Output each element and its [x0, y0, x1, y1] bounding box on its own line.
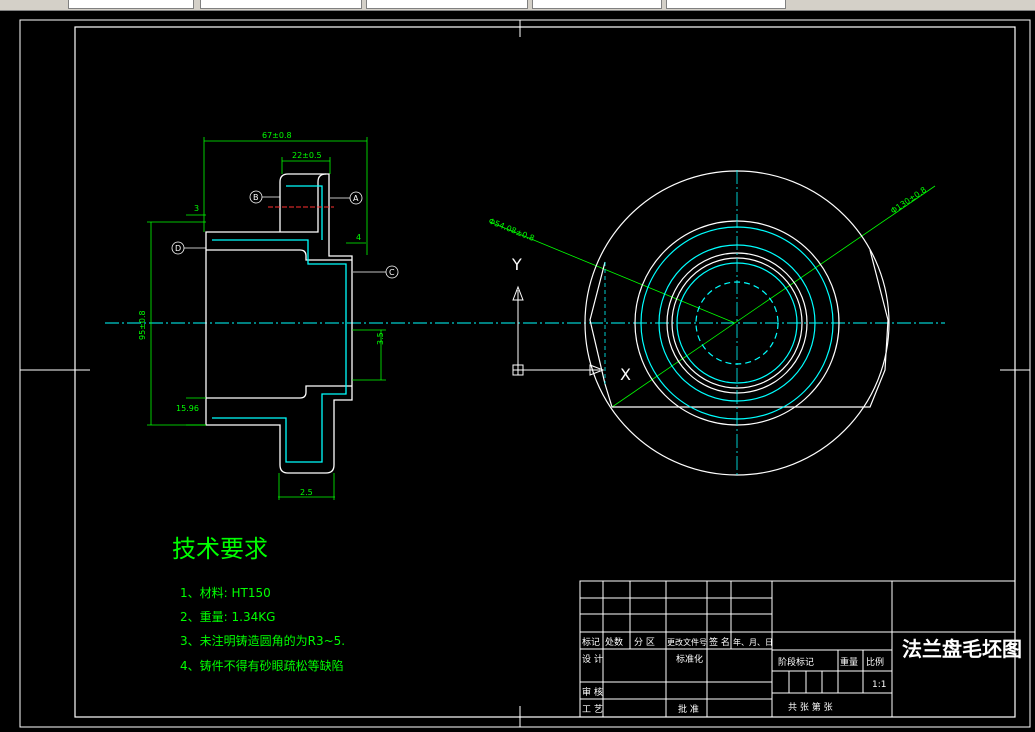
- toolbar-field-4[interactable]: [532, 0, 662, 9]
- tech-req-title: 技术要求: [172, 535, 268, 563]
- dim-4: 4: [356, 233, 361, 242]
- tb-std: 标准化: [676, 653, 703, 665]
- tb-approve: 批 准: [678, 703, 699, 715]
- datum-c: C: [389, 268, 395, 277]
- tb-mark: 标记: [582, 636, 600, 648]
- toolbar-field-3[interactable]: [366, 0, 528, 9]
- technical-requirements: 技术要求 1、材料: HT150 2、重量: 1.34KG 3、未注明铸造圆角的…: [172, 535, 345, 673]
- toolbar-field-1[interactable]: [68, 0, 194, 9]
- tb-sign: 签 名: [709, 636, 730, 648]
- tb-drawing-name: 法兰盘毛坯图: [902, 637, 1022, 661]
- outer-frame: [19, 19, 1031, 728]
- dim-22: 22±0.5: [292, 151, 322, 160]
- end-view: [584, 170, 890, 478]
- section-outer-top: [205, 173, 353, 323]
- section-inner-bot: [206, 385, 352, 399]
- dimensions: [147, 137, 936, 500]
- tb-doc: 更改文件号: [667, 637, 707, 647]
- tb-weight: 重量: [840, 656, 858, 668]
- dim-95: 95±0.8: [138, 310, 147, 340]
- section-outer-top-b: [206, 249, 352, 261]
- tb-zone: 分 区: [634, 637, 655, 648]
- tb-count: 处数: [605, 636, 623, 648]
- datum-a: A: [353, 194, 359, 203]
- tech-req-3: 3、未注明铸造圆角的为R3~5.: [180, 633, 345, 648]
- tech-req-4: 4、铸件不得有砂眼疏松等缺陷: [180, 658, 344, 673]
- dim-15-96: 15.96: [176, 404, 199, 413]
- datum-b: B: [253, 193, 259, 202]
- section-flange-top: [279, 173, 326, 232]
- tb-process: 工 艺: [582, 704, 603, 715]
- ucs-y: Y: [511, 255, 522, 274]
- dim-2-5: 2.5: [300, 488, 313, 497]
- toolbar-field-2[interactable]: [200, 0, 362, 9]
- tb-scale-value: 1:1: [872, 680, 886, 690]
- centering-marks: [20, 20, 1030, 727]
- cad-drawing[interactable]: 67±0.8 22±0.5 3 4 95±0.8 15.96 2.5 3.5 Φ…: [0, 10, 1035, 732]
- dim-dia130: Φ130±0.8: [889, 185, 928, 215]
- dim-3: 3: [194, 204, 199, 213]
- datum-d: D: [175, 244, 181, 253]
- tb-scale: 比例: [866, 656, 884, 668]
- tb-date: 年、月、日: [733, 637, 773, 647]
- tech-req-1: 1、材料: HT150: [180, 586, 271, 600]
- dim-dia54: Φ54.08±0.8: [487, 217, 535, 244]
- tech-req-2: 2、重量: 1.34KG: [180, 610, 275, 624]
- dim-67: 67±0.8: [262, 131, 292, 140]
- tb-review: 审 核: [582, 686, 603, 698]
- toolbar-field-5[interactable]: [666, 0, 786, 9]
- section-hidden-bot: [212, 323, 347, 463]
- dim-3-5: 3.5: [376, 332, 385, 345]
- tb-sheets: 共 张 第 张: [788, 701, 833, 713]
- ucs-x: X: [620, 365, 631, 384]
- tb-design: 设 计: [582, 653, 603, 665]
- tb-stage: 阶段标记: [778, 656, 814, 668]
